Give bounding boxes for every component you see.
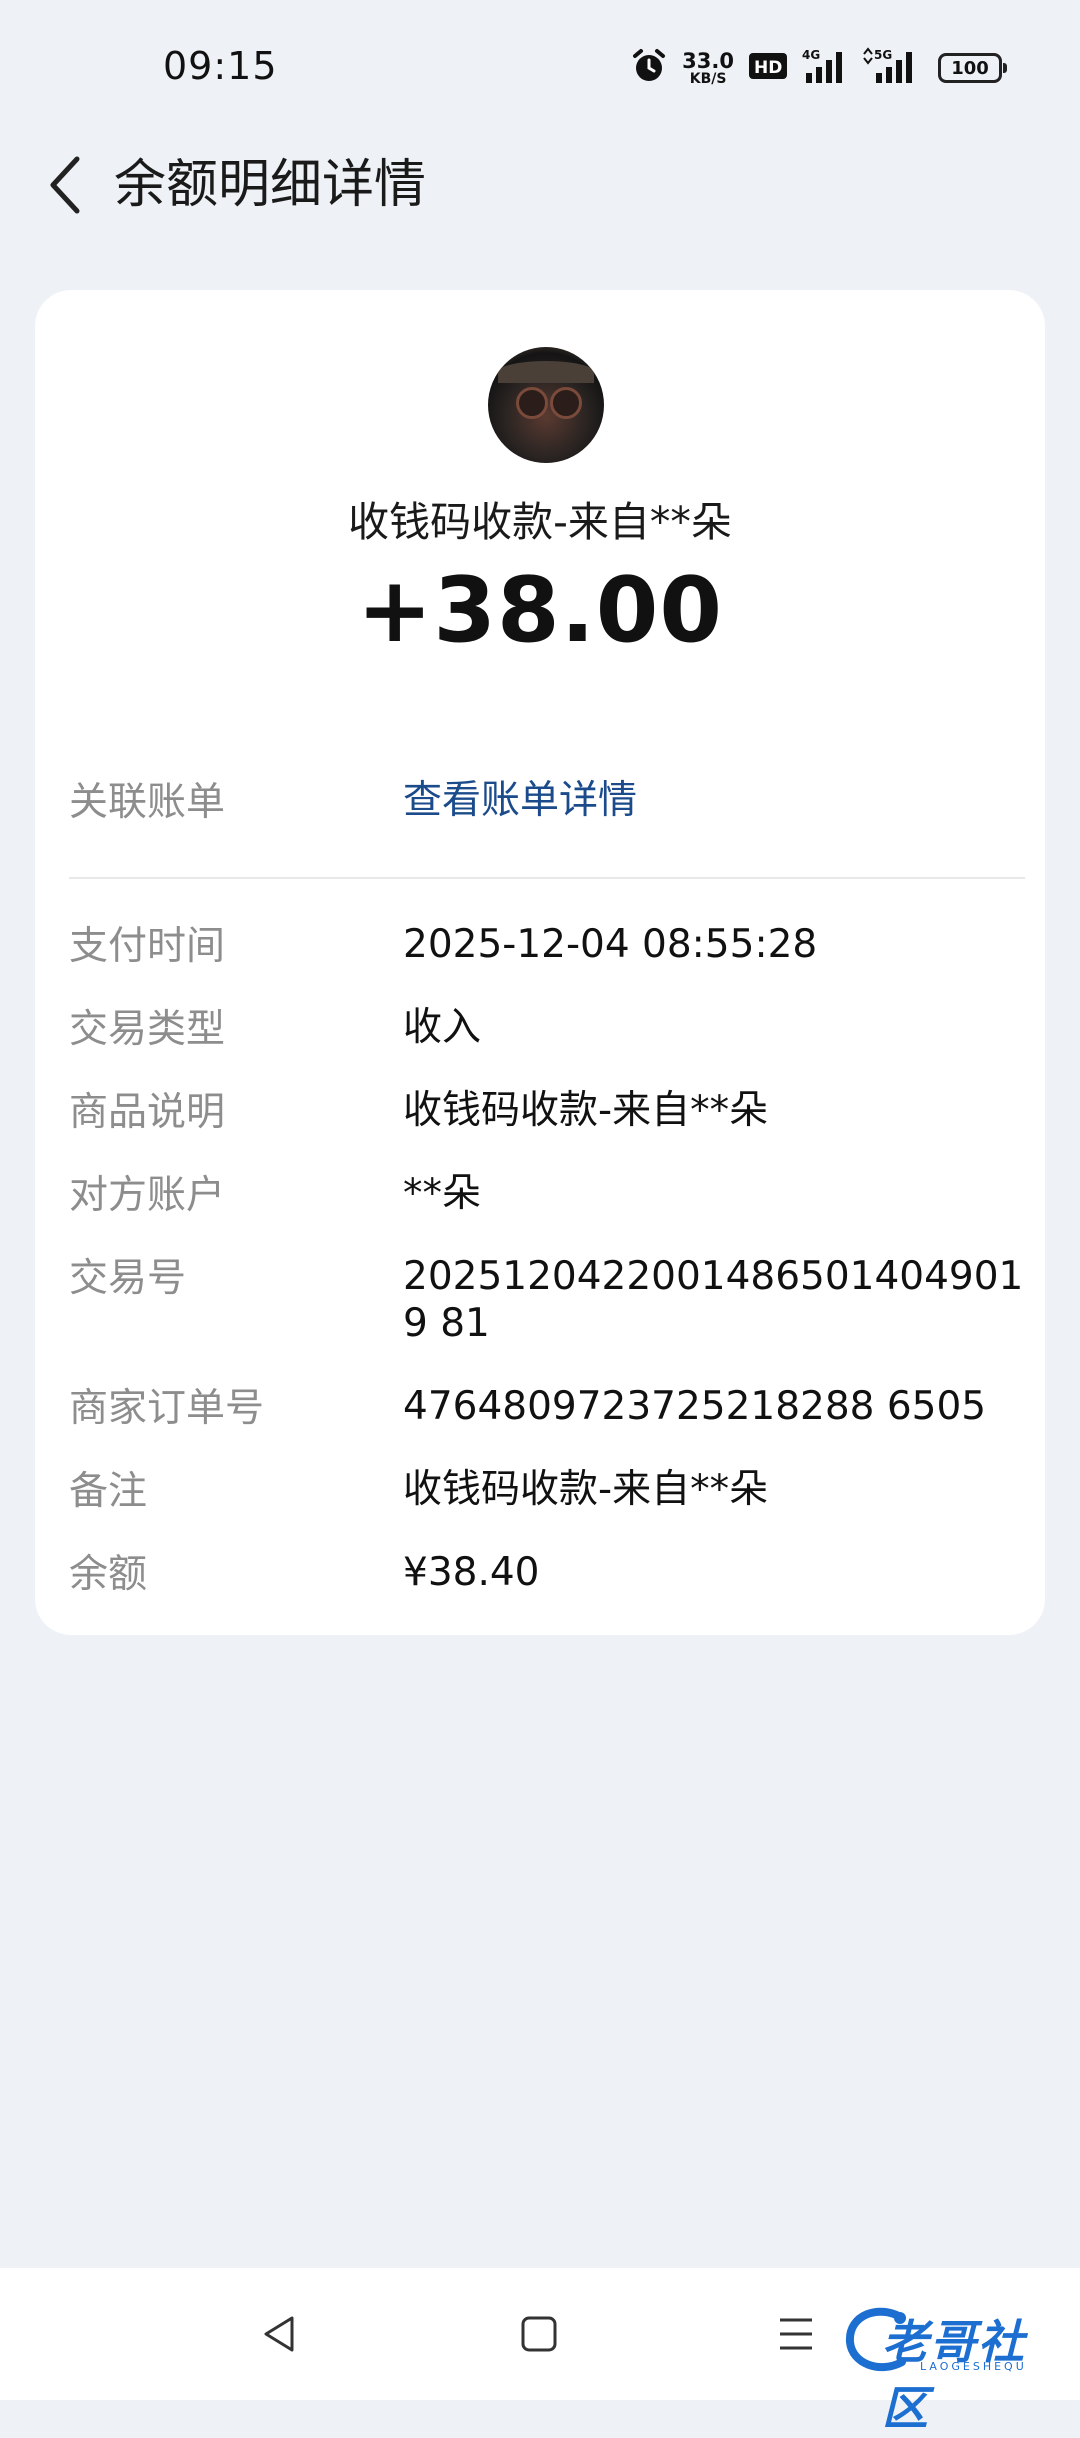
detail-label: 支付时间 — [69, 924, 226, 969]
status-bar: 09:15 33.0 KB/S HD 4G 5G 100 — [0, 0, 1080, 130]
divider — [69, 877, 1025, 879]
detail-row-remark: 备注 收钱码收款-来自**朵 — [69, 1466, 1029, 1518]
chevron-left-icon — [50, 156, 80, 214]
detail-row-balance: 余额 ¥38.40 — [69, 1549, 1029, 1601]
detail-label: 交易类型 — [69, 1007, 226, 1052]
detail-label: 对方账户 — [69, 1173, 226, 1218]
detail-label: 交易号 — [69, 1256, 187, 1301]
square-home-icon — [521, 2316, 557, 2352]
signal-5g-icon: 5G — [862, 47, 924, 89]
nav-back-button[interactable] — [248, 2302, 312, 2366]
page-title: 余额明细详情 — [114, 155, 427, 215]
alarm-icon — [630, 47, 668, 89]
nav-home-button[interactable] — [507, 2302, 571, 2366]
detail-value: ¥38.40 — [403, 1550, 540, 1595]
detail-row-merchant-order: 商家订单号 4764809723725218288 6505 — [69, 1383, 1029, 1435]
triangle-back-icon — [264, 2316, 294, 2352]
detail-value: 20251204220014865014049019 81 — [403, 1254, 1024, 1346]
back-button[interactable] — [30, 150, 100, 220]
header: 余额明细详情 — [0, 130, 1080, 240]
avatar — [488, 347, 604, 463]
watermark-logo: 老哥社区 LAOGESHEQU — [840, 2300, 1070, 2435]
detail-value: 4764809723725218288 6505 — [403, 1384, 987, 1429]
status-time: 09:15 — [163, 44, 278, 88]
status-icons: 33.0 KB/S HD 4G 5G 100 — [630, 46, 1007, 90]
detail-row-payment-time: 支付时间 2025-12-04 08:55:28 — [69, 921, 1029, 973]
detail-value: 收钱码收款-来自**朵 — [403, 1088, 769, 1133]
view-bill-details-link[interactable]: 查看账单详情 — [403, 777, 1029, 829]
network-speed: 33.0 KB/S — [682, 48, 734, 87]
svg-text:5G: 5G — [874, 48, 892, 62]
detail-row-transaction-number: 交易号 20251204220014865014049019 81 — [69, 1253, 1029, 1347]
nav-menu-button[interactable] — [764, 2302, 828, 2366]
detail-value: 收钱码收款-来自**朵 — [403, 1467, 769, 1512]
detail-label: 余额 — [69, 1552, 148, 1597]
battery-indicator: 100 — [938, 53, 1007, 83]
detail-label: 商品说明 — [69, 1090, 226, 1135]
detail-value: 收入 — [403, 1005, 482, 1050]
transaction-amount: +38.00 — [356, 558, 724, 663]
linked-bill-label: 关联账单 — [69, 780, 226, 825]
hd-icon: HD — [748, 52, 788, 84]
network-speed-value: 33.0 — [682, 48, 734, 73]
detail-label: 备注 — [69, 1469, 148, 1514]
signal-4g-icon: 4G — [802, 47, 848, 89]
detail-row-product-description: 商品说明 收钱码收款-来自**朵 — [69, 1087, 1029, 1139]
watermark-subtext: LAOGESHEQU — [920, 2360, 1027, 2373]
menu-icon — [780, 2318, 812, 2350]
network-speed-unit: KB/S — [689, 70, 727, 87]
detail-label: 商家订单号 — [69, 1386, 265, 1431]
linked-bill-row: 关联账单 查看账单详情 — [69, 777, 1029, 829]
svg-text:HD: HD — [754, 58, 782, 78]
detail-card: 收钱码收款-来自**朵 +38.00 关联账单 查看账单详情 支付时间 2025… — [35, 290, 1045, 1635]
detail-value: **朵 — [403, 1171, 482, 1216]
detail-row-transaction-type: 交易类型 收入 — [69, 1004, 1029, 1056]
svg-text:4G: 4G — [802, 48, 820, 62]
detail-value: 2025-12-04 08:55:28 — [403, 922, 818, 967]
detail-row-counterparty: 对方账户 **朵 — [69, 1170, 1029, 1222]
transaction-title: 收钱码收款-来自**朵 — [348, 498, 732, 546]
